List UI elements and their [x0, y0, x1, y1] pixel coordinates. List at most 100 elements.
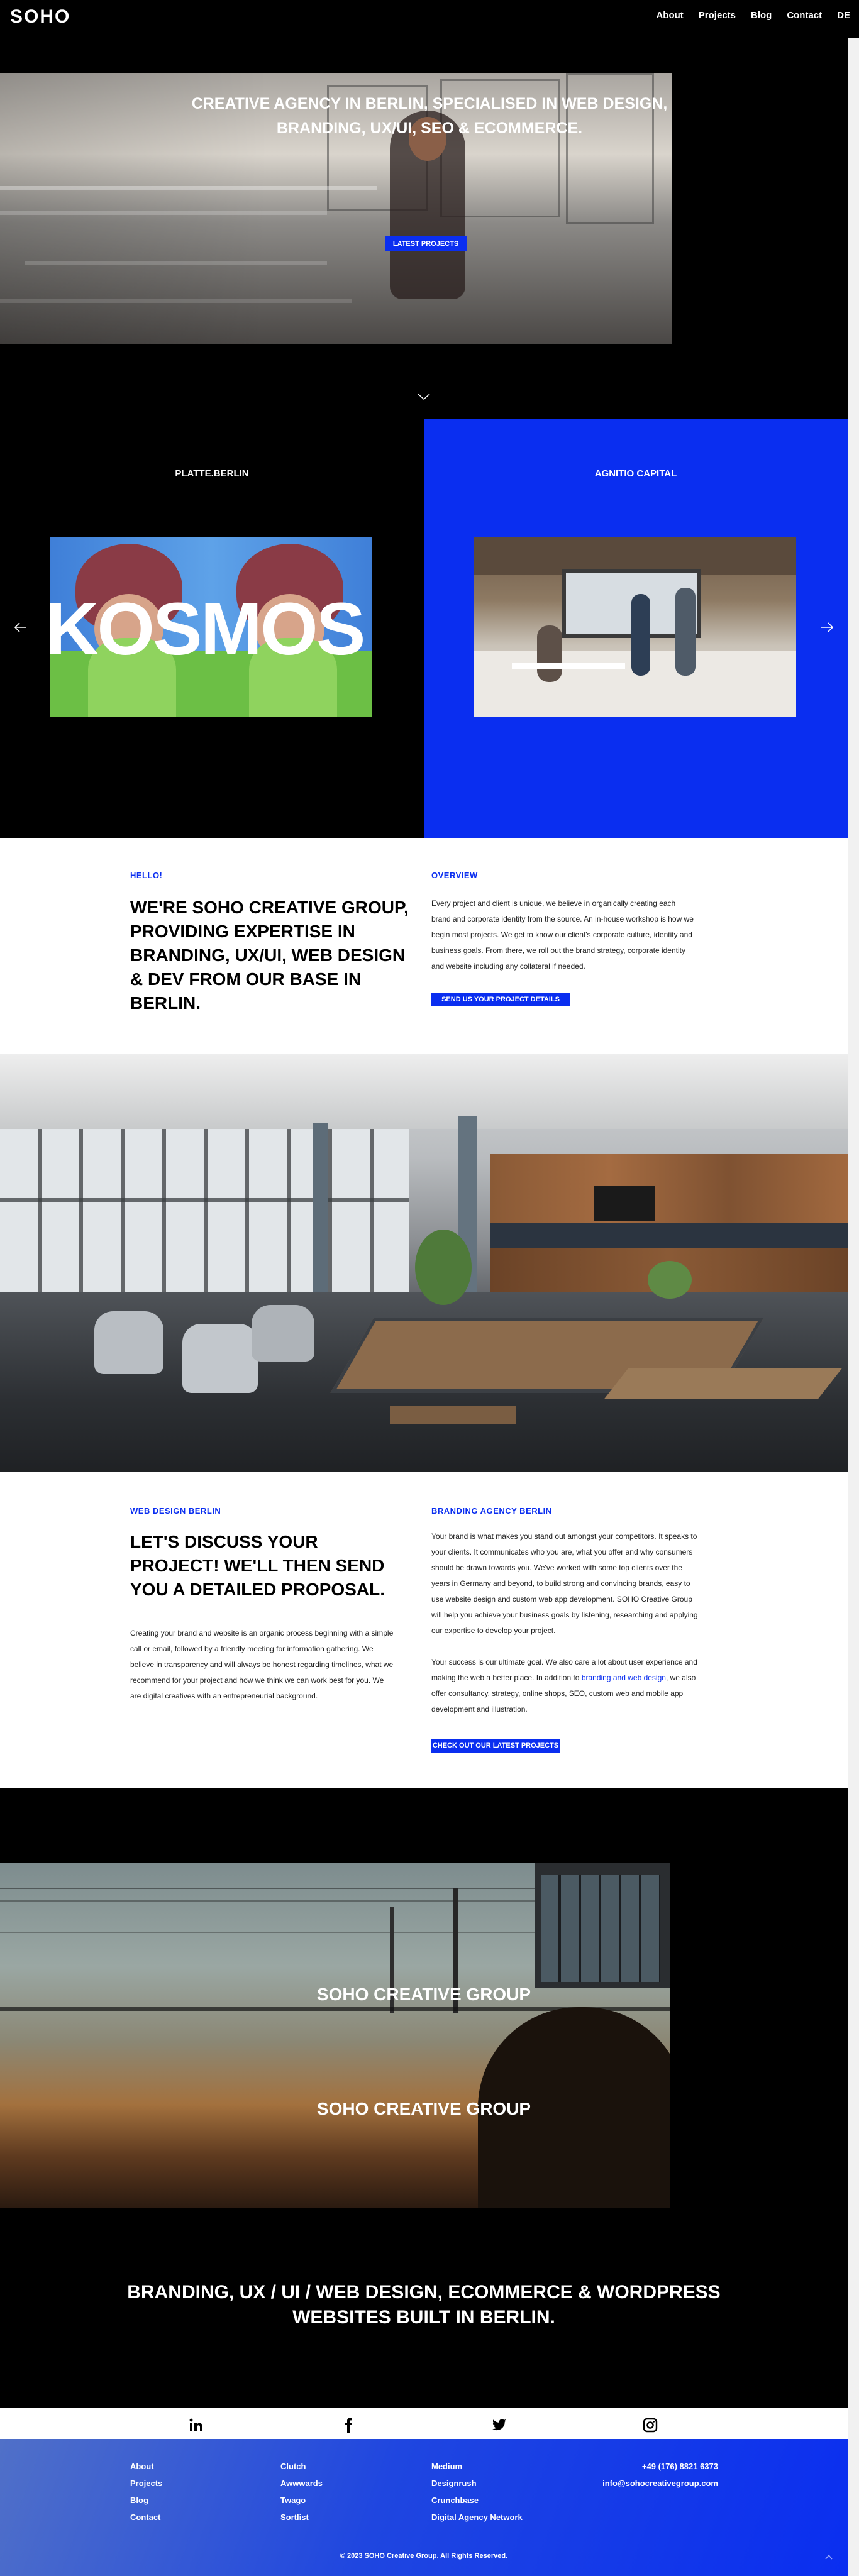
footer-link-crunchbase[interactable]: Crunchbase	[431, 2492, 523, 2509]
branding-line: your clients. It communicates who you ar…	[431, 1548, 693, 1556]
overview-eyebrow: OVERVIEW	[431, 871, 478, 880]
footer-link-projects[interactable]: Projects	[130, 2475, 162, 2492]
copyright: © 2023 SOHO Creative Group. All Rights R…	[340, 2552, 508, 2560]
nav-projects[interactable]: Projects	[699, 10, 736, 21]
hero-title-line-1: CREATIVE AGENCY IN BERLIN, SPECIALISED I…	[191, 95, 668, 113]
tagline: BRANDING, UX / UI / WEB DESIGN, ECOMMERC…	[0, 2280, 848, 2330]
discuss-section: WEB DESIGN BERLIN LET'S DISCUSS YOUR PRO…	[0, 1472, 848, 1788]
footer-link-medium[interactable]: Medium	[431, 2458, 523, 2475]
nav-about[interactable]: About	[656, 10, 683, 21]
project-slide-platte-berlin[interactable]: PLATTE.BERLIN KOSMOS	[0, 419, 424, 838]
nav-blog[interactable]: Blog	[751, 10, 772, 21]
discuss-line: Creating your brand and website is an or…	[130, 1629, 394, 1638]
web-design-berlin-eyebrow: WEB DESIGN BERLIN	[130, 1506, 221, 1516]
project-image-text: KOSMOS	[50, 588, 366, 671]
branding-line: should be drawn towards you. We've worke…	[431, 1563, 682, 1572]
intro-title-line: WE'RE SOHO CREATIVE GROUP,	[130, 898, 409, 917]
success-line: offer consultancy, strategy, online shop…	[431, 1689, 684, 1698]
hello-eyebrow: HELLO!	[130, 871, 163, 880]
sunset-photo	[0, 1863, 670, 2208]
intro-title-line: BRANDING, UX/UI, WEB DESIGN	[130, 945, 406, 965]
success-line-part: making the web a better place. In additi…	[431, 1673, 582, 1682]
footer-link-about[interactable]: About	[130, 2458, 162, 2475]
discuss-title: LET'S DISCUSS YOUR PROJECT! WE'LL THEN S…	[130, 1530, 419, 1602]
brand-name-2: SOHO CREATIVE GROUP	[316, 2099, 531, 2118]
branding-web-design-link[interactable]: branding and web design	[582, 1673, 666, 1682]
intro-title-line: BERLIN.	[130, 993, 201, 1013]
project-thumbnail: KOSMOS	[50, 537, 372, 717]
discuss-title-line: PROJECT! WE'LL THEN SEND	[130, 1556, 385, 1575]
branding-agency-berlin-eyebrow: BRANDING AGENCY BERLIN	[431, 1506, 552, 1516]
twitter-icon[interactable]	[492, 2418, 507, 2433]
branding-line: will help you achieve your business goal…	[431, 1610, 698, 1619]
intro-title-line: PROVIDING EXPERTISE IN	[130, 922, 355, 941]
intro-title: WE'RE SOHO CREATIVE GROUP, PROVIDING EXP…	[130, 896, 432, 1015]
discuss-line: call or email, followed by a friendly me…	[130, 1644, 374, 1653]
project-title: PLATTE.BERLIN	[175, 468, 249, 479]
branding-line: use website design and custom web app de…	[431, 1595, 692, 1604]
facebook-icon[interactable]	[341, 2418, 356, 2433]
branding-text: Your brand is what makes you stand out a…	[431, 1529, 733, 1639]
overview-line: and website including any collateral if …	[431, 962, 585, 971]
footer-link-designrush[interactable]: Designrush	[431, 2475, 523, 2492]
nav-contact[interactable]: Contact	[787, 10, 822, 21]
project-slide-agnitio-capital[interactable]: AGNITIO CAPITAL	[424, 419, 848, 838]
footer-link-blog[interactable]: Blog	[130, 2492, 162, 2509]
send-project-details-button[interactable]: SEND US YOUR PROJECT DETAILS	[431, 993, 570, 1006]
overview-line: business goals. From there, we roll out …	[431, 946, 685, 955]
discuss-line: are digital creatives with an entreprene…	[130, 1692, 318, 1700]
intro-section: HELLO! WE'RE SOHO CREATIVE GROUP, PROVID…	[0, 838, 848, 1054]
overview-line: begin most projects. We get to know our …	[431, 930, 692, 939]
success-text: Your success is our ultimate goal. We al…	[431, 1654, 733, 1717]
project-title: AGNITIO CAPITAL	[594, 468, 677, 479]
overview-line: brand and corporate identity from the so…	[431, 915, 694, 923]
site-footer: About Projects Blog Contact Clutch Awwwa…	[0, 2439, 848, 2576]
footer-link-twago[interactable]: Twago	[280, 2492, 323, 2509]
footer-col-listings: Clutch Awwwards Twago Sortlist	[280, 2458, 323, 2526]
footer-link-contact[interactable]: Contact	[130, 2509, 162, 2526]
discuss-title-line: LET'S DISCUSS YOUR	[130, 1532, 318, 1551]
check-latest-projects-button[interactable]: CHECK OUT OUR LATEST PROJECTS	[431, 1739, 560, 1753]
back-to-top-icon[interactable]	[824, 2552, 834, 2562]
intro-title-line: & DEV FROM OUR BASE IN	[130, 969, 362, 989]
tagline-line-1: BRANDING, UX / UI / WEB DESIGN, ECOMMERC…	[127, 2282, 721, 2303]
branding-line: years in Germany and beyond, to build st…	[431, 1579, 690, 1588]
footer-link-awwwards[interactable]: Awwwards	[280, 2475, 323, 2492]
footer-link-digital-agency-network[interactable]: Digital Agency Network	[431, 2509, 523, 2526]
arrow-left-icon[interactable]	[13, 619, 29, 636]
success-line: Your success is our ultimate goal. We al…	[431, 1658, 697, 1666]
hero-title: CREATIVE AGENCY IN BERLIN, SPECIALISED I…	[0, 92, 859, 141]
footer-col-profiles: Medium Designrush Crunchbase Digital Age…	[431, 2458, 523, 2526]
discuss-title-line: YOU A DETAILED PROPOSAL.	[130, 1580, 385, 1599]
linkedin-icon[interactable]	[189, 2418, 204, 2433]
chevron-down-icon[interactable]	[417, 390, 431, 404]
site-header: SOHO About Projects Blog Contact DE	[0, 0, 859, 38]
footer-link-clutch[interactable]: Clutch	[280, 2458, 323, 2475]
latest-projects-button[interactable]: LATEST PROJECTS	[385, 236, 467, 251]
discuss-text: Creating your brand and website is an or…	[130, 1626, 419, 1704]
success-line: development and illustration.	[431, 1705, 528, 1714]
arrow-right-icon[interactable]	[819, 619, 835, 636]
branding-line: Your brand is what makes you stand out a…	[431, 1532, 697, 1541]
footer-email[interactable]: info@sohocreativegroup.com	[591, 2475, 718, 2492]
footer-link-sortlist[interactable]: Sortlist	[280, 2509, 323, 2526]
success-line: making the web a better place. In additi…	[431, 1670, 733, 1686]
social-bar	[0, 2408, 848, 2439]
discuss-line: recommend for your project and how we th…	[130, 1676, 384, 1685]
scrollbar[interactable]	[848, 38, 859, 2576]
branding-line: our expertise to develop your project.	[431, 1626, 556, 1635]
discuss-line: believe in transparency and will always …	[130, 1660, 394, 1669]
main-nav: About Projects Blog Contact DE	[656, 10, 850, 21]
project-thumbnail	[474, 537, 796, 717]
site-logo[interactable]: SOHO	[10, 6, 70, 28]
footer-col-pages: About Projects Blog Contact	[130, 2458, 162, 2526]
language-switch-de[interactable]: DE	[837, 10, 850, 21]
tagline-line-2: WEBSITES BUILT IN BERLIN.	[292, 2307, 555, 2328]
instagram-icon[interactable]	[643, 2418, 658, 2433]
hero-title-line-2: BRANDING, UX/UI, SEO & ECOMMERCE.	[276, 119, 583, 137]
footer-contact: +49 (176) 8821 6373 info@sohocreativegro…	[591, 2458, 718, 2492]
brand-name-1: SOHO CREATIVE GROUP	[316, 1984, 531, 2004]
success-line-part: , we also	[665, 1673, 696, 1682]
overview-text: Every project and client is unique, we b…	[431, 896, 733, 974]
footer-phone[interactable]: +49 (176) 8821 6373	[591, 2458, 718, 2475]
